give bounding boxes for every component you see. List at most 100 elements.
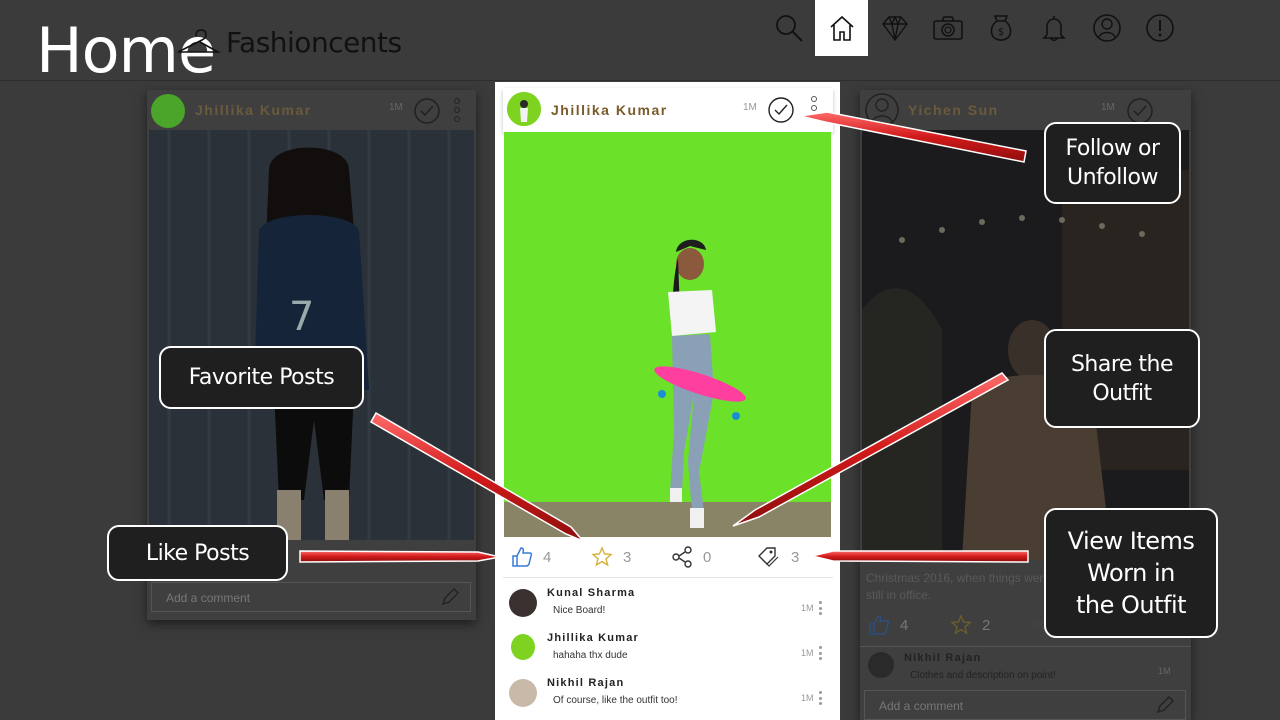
like-count: 4 xyxy=(900,616,909,634)
comment-item: Nikhil Rajan Of course, like the outfit … xyxy=(509,675,827,719)
avatar[interactable] xyxy=(509,679,537,707)
comment-time: 1M xyxy=(801,693,814,703)
comment-username[interactable]: Nikhil Rajan xyxy=(904,652,981,664)
avatar-placeholder-icon[interactable] xyxy=(864,92,900,128)
comment-options-icon[interactable] xyxy=(819,601,823,615)
pencil-icon[interactable] xyxy=(440,587,460,607)
more-options-icon[interactable] xyxy=(810,96,818,120)
brand-name: Fashioncents xyxy=(226,25,402,59)
favorite-count: 3 xyxy=(623,548,632,566)
nav-alerts[interactable] xyxy=(1133,0,1186,56)
post-photo-image xyxy=(504,132,831,537)
comment-text: Nice Board! xyxy=(553,605,606,616)
like-count: 4 xyxy=(543,548,552,566)
nav-money[interactable]: $ xyxy=(974,0,1027,56)
add-comment-input[interactable]: Add a comment xyxy=(864,690,1186,720)
diamond-icon xyxy=(881,15,908,42)
home-icon xyxy=(829,15,854,41)
camera-icon xyxy=(932,16,963,40)
avatar[interactable] xyxy=(507,92,541,126)
post-header: Jhillika Kumar 1M xyxy=(147,90,476,130)
comment-options-icon[interactable] xyxy=(819,691,823,705)
nav-camera[interactable] xyxy=(921,0,974,56)
avatar[interactable] xyxy=(151,94,185,128)
nav-diamond[interactable] xyxy=(868,0,921,56)
star-icon xyxy=(591,546,613,567)
share-icon xyxy=(672,546,692,568)
alert-icon xyxy=(1145,14,1174,42)
tags-icon xyxy=(758,547,779,567)
divider xyxy=(503,577,833,578)
favorite-count: 2 xyxy=(982,616,991,634)
add-comment-placeholder: Add a comment xyxy=(166,591,251,605)
comment-username[interactable]: Nikhil Rajan xyxy=(547,677,624,689)
comment-text: Clothes and description on point! xyxy=(910,670,1056,681)
callout-follow: Follow or Unfollow xyxy=(1044,122,1181,204)
avatar-image xyxy=(507,92,541,126)
nav-home[interactable] xyxy=(815,0,868,56)
thumbs-up-icon xyxy=(869,615,890,635)
divider xyxy=(860,646,1191,647)
more-options-icon[interactable] xyxy=(453,98,461,122)
hanger-icon xyxy=(177,29,222,53)
items-count: 3 xyxy=(791,548,800,566)
post-time: 1M xyxy=(389,102,403,113)
share-button[interactable]: 0 xyxy=(671,546,757,568)
comment-text: Of course, like the outfit too! xyxy=(553,695,678,706)
like-button[interactable]: 4 xyxy=(868,614,950,636)
post-username[interactable]: Jhillika Kumar xyxy=(195,102,312,118)
post-header: Jhillika Kumar 1M xyxy=(503,88,833,132)
post-actions: 4 3 0 3 xyxy=(511,542,831,572)
comment-time: 1M xyxy=(801,648,814,658)
follow-check-icon[interactable] xyxy=(1126,97,1154,125)
avatar[interactable] xyxy=(511,634,535,660)
post-time: 1M xyxy=(1101,102,1115,113)
nav-notifications[interactable] xyxy=(1027,0,1080,56)
avatar[interactable] xyxy=(868,652,894,678)
star-icon xyxy=(950,614,972,635)
search-icon xyxy=(775,15,803,42)
post-photo[interactable]: 7 xyxy=(149,130,474,540)
user-icon xyxy=(1092,14,1121,42)
comment-username[interactable]: Jhillika Kumar xyxy=(547,632,639,644)
callout-share: Share the Outfit xyxy=(1044,329,1200,428)
comment-time: 1M xyxy=(1158,666,1171,676)
favorite-button[interactable]: 2 xyxy=(950,614,1032,636)
svg-text:$: $ xyxy=(997,27,1003,38)
add-comment-input[interactable]: Add a comment xyxy=(151,582,471,612)
nav-search[interactable] xyxy=(762,0,815,56)
comment-time: 1M xyxy=(801,603,814,613)
post-username[interactable]: Yichen Sun xyxy=(908,102,999,118)
post-card-center: Jhillika Kumar 1M 4 3 0 3 Kunal Sharma N… xyxy=(495,82,840,720)
bell-icon xyxy=(1041,16,1066,42)
pencil-icon[interactable] xyxy=(1155,695,1175,715)
share-count: 0 xyxy=(703,548,712,566)
post-time: 1M xyxy=(743,102,757,113)
thumbs-up-icon xyxy=(512,547,533,567)
post-photo-image: 7 xyxy=(149,130,474,540)
callout-like: Like Posts xyxy=(107,525,288,581)
favorite-button[interactable]: 3 xyxy=(591,546,671,568)
comment-text: hahaha thx dude xyxy=(553,650,628,661)
top-bar: Home Fashioncents $ xyxy=(0,0,1280,87)
comment-item: Nikhil Rajan Clothes and description on … xyxy=(868,652,1188,688)
main-nav: $ xyxy=(762,0,1186,56)
money-bag-icon: $ xyxy=(990,15,1011,41)
post-username[interactable]: Jhillika Kumar xyxy=(551,102,668,118)
add-comment-placeholder: Add a comment xyxy=(879,699,964,713)
nav-profile[interactable] xyxy=(1080,0,1133,56)
follow-check-icon[interactable] xyxy=(767,96,795,124)
comment-username[interactable]: Kunal Sharma xyxy=(547,587,635,599)
avatar[interactable] xyxy=(509,589,537,617)
comment-item: Jhillika Kumar hahaha thx dude 1M xyxy=(509,630,827,674)
items-button[interactable]: 3 xyxy=(757,546,827,568)
svg-text:7: 7 xyxy=(289,294,314,340)
post-photo[interactable] xyxy=(504,132,831,537)
follow-check-icon[interactable] xyxy=(413,97,441,125)
comment-item: Kunal Sharma Nice Board! 1M xyxy=(509,585,827,629)
brand-logo[interactable]: Fashioncents xyxy=(174,22,402,62)
like-button[interactable]: 4 xyxy=(511,546,591,568)
comment-options-icon[interactable] xyxy=(819,646,823,660)
callout-items: View Items Worn in the Outfit xyxy=(1044,508,1218,638)
callout-favorite: Favorite Posts xyxy=(159,346,364,409)
